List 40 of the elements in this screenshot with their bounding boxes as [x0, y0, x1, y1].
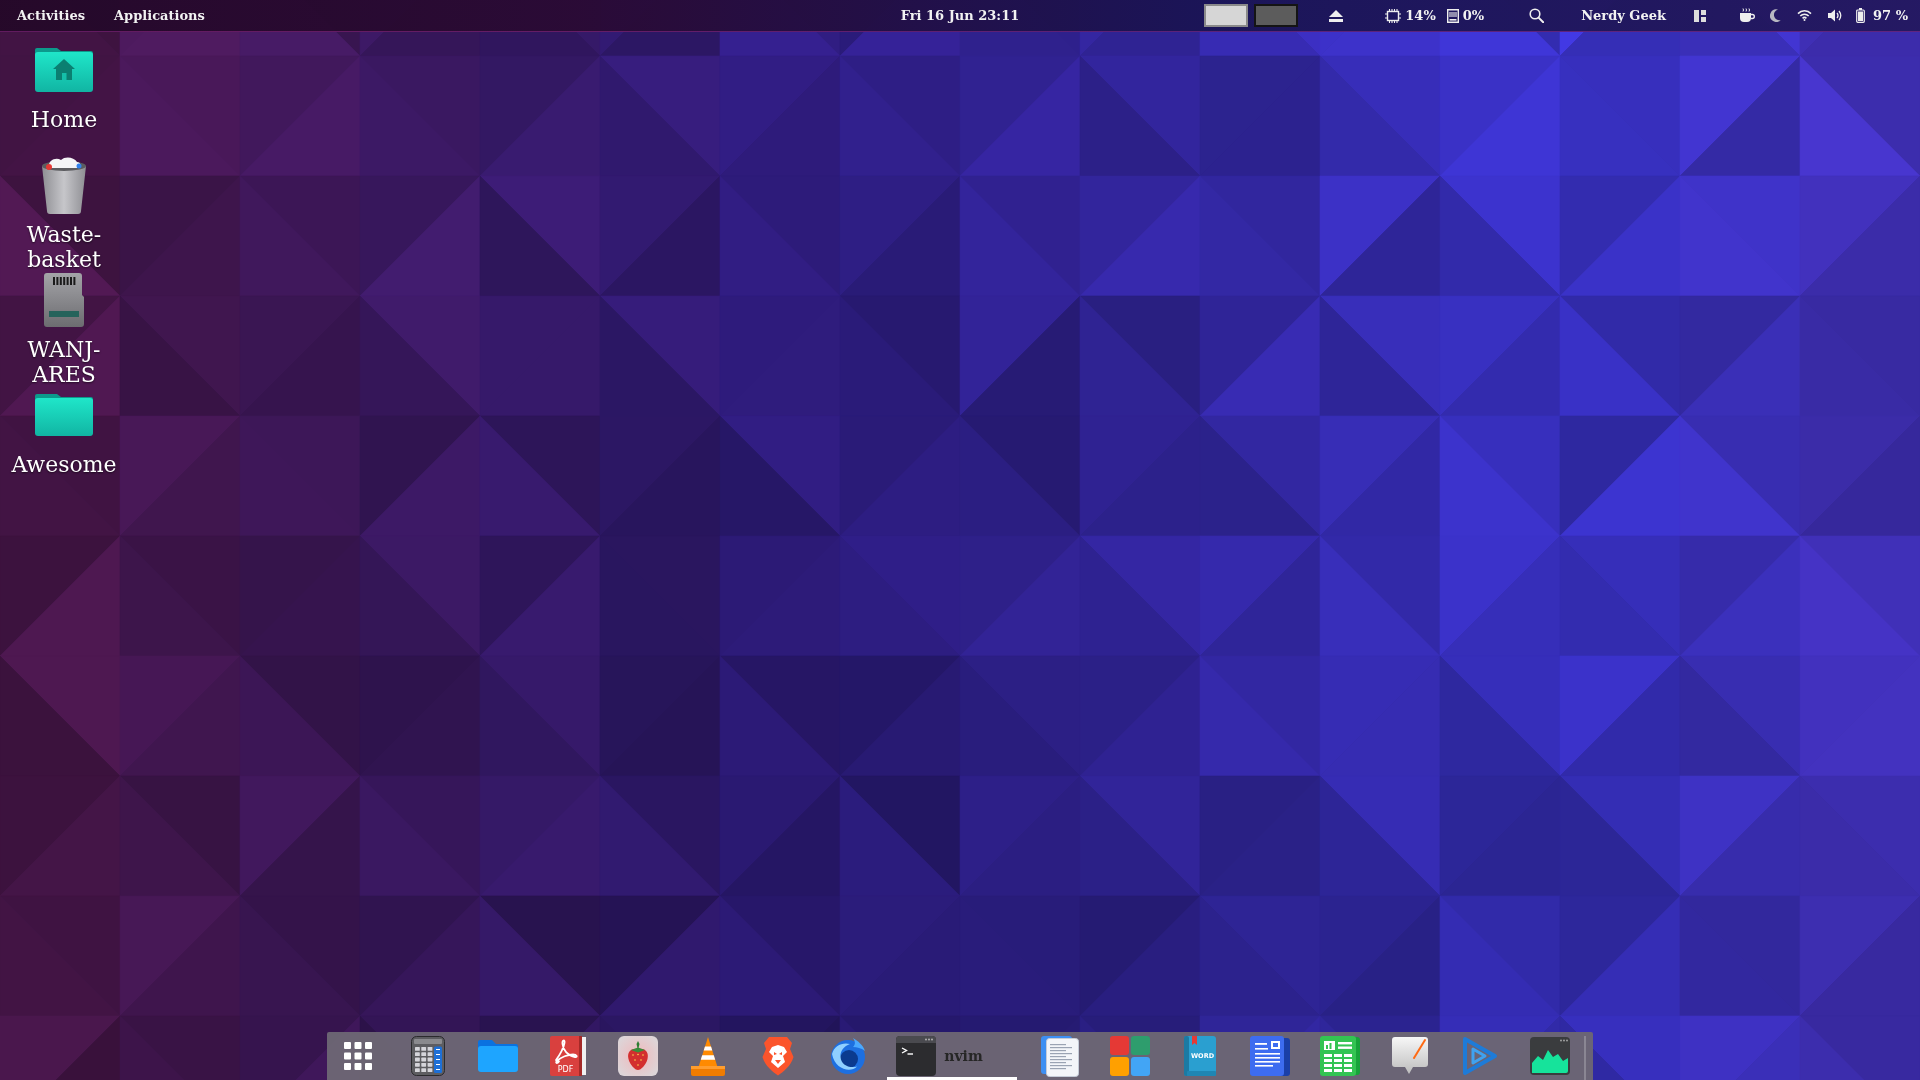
calculator-icon[interactable] [411, 1036, 446, 1076]
lion-shield-icon[interactable] [761, 1036, 796, 1076]
clock[interactable]: Fri 16 Jun 23:11 [900, 6, 1020, 25]
speech-bubble-icon[interactable] [1391, 1037, 1428, 1075]
coffee-cup-icon[interactable] [1739, 8, 1755, 23]
document-icon[interactable] [1040, 1035, 1079, 1077]
area-chart-icon[interactable] [1529, 1037, 1570, 1075]
cpu-load-indicator[interactable]: 14% [1385, 6, 1436, 25]
trash-can-icon[interactable] [39, 156, 89, 214]
app-grid-icon[interactable] [344, 1042, 373, 1070]
chip-icon [1385, 8, 1402, 23]
storage-icon [1446, 8, 1459, 23]
battery-percentage: 97 % [1873, 6, 1908, 25]
disk-load-indicator[interactable]: 0% [1446, 6, 1485, 25]
moon-icon[interactable] [1770, 9, 1781, 22]
desktop-icon-label[interactable]: Waste-basket [4, 222, 124, 272]
strawberry-icon[interactable] [618, 1036, 659, 1076]
traffic-cone-icon[interactable] [690, 1036, 727, 1076]
workspace-thumbnail[interactable] [1254, 4, 1299, 27]
volume-icon[interactable] [1828, 9, 1842, 22]
desktop-icon-label[interactable]: Awesome [4, 452, 124, 477]
battery-icon[interactable] [1856, 8, 1865, 23]
terminal-icon [896, 1036, 937, 1076]
four-squares-icon[interactable] [1109, 1036, 1150, 1076]
newspaper-icon[interactable] [1249, 1036, 1290, 1076]
spreadsheet-icon[interactable] [1319, 1036, 1360, 1076]
desktop-icon-label[interactable]: Home [4, 107, 124, 132]
eject-icon[interactable] [1329, 9, 1344, 22]
workspace-thumbnail[interactable] [1204, 4, 1249, 27]
sd-card-icon[interactable] [44, 273, 84, 327]
top-bar-menu[interactable]: Activities [17, 6, 85, 25]
home-folder-icon[interactable] [35, 48, 93, 92]
desktop-icon-label[interactable]: WANJ-ARES [4, 337, 124, 387]
user-name[interactable]: Nerdy Geek [1581, 6, 1666, 25]
wifi-icon[interactable] [1797, 10, 1812, 21]
bird-icon[interactable] [829, 1037, 868, 1075]
search-icon[interactable] [1529, 8, 1545, 23]
top-bar-menu[interactable]: Applications [114, 6, 205, 25]
window-layout-icon[interactable] [1694, 9, 1706, 22]
folder-icon[interactable] [35, 394, 93, 436]
